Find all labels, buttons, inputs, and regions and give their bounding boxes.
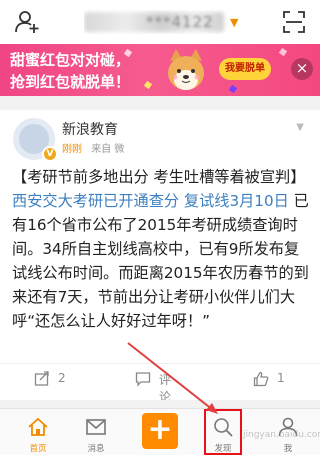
page-title: ***4122: [146, 13, 214, 31]
tab-messages-label: 消息: [87, 444, 105, 454]
chevron-down-icon[interactable]: ▼: [296, 122, 304, 133]
tab-home-label: 首页: [29, 444, 47, 454]
share-icon: [34, 371, 49, 386]
tab-messages[interactable]: 消息: [64, 409, 128, 455]
annotation-highlight-box: [204, 409, 242, 455]
thumbs-up-icon: [253, 371, 269, 387]
confetti-decoration: [143, 80, 153, 90]
screen: ***4122 ▼ 甜蜜红包对对碰， 抢到红包就脱单！ 我要脱单 × V 新浪教…: [0, 0, 320, 455]
post-body[interactable]: 【考研节前多地出分 考生吐槽等着被宣判】 西安交大考研已开通查分 复试线3月10…: [12, 165, 312, 333]
account-switcher[interactable]: ***4122 ▼: [84, 10, 244, 34]
message-icon: [86, 419, 106, 435]
compose-button[interactable]: +: [142, 413, 178, 449]
section-divider: [0, 400, 320, 408]
confetti-decoration: [278, 47, 288, 57]
tab-home[interactable]: 首页: [6, 409, 70, 455]
author-name[interactable]: 新浪教育: [62, 119, 118, 139]
post-time: 刚刚: [62, 144, 82, 155]
post-body-text: 已有16个省市公布了2015年考研成绩查询时间。34所自主划线高校中，已有9所发…: [12, 192, 309, 330]
close-icon[interactable]: ×: [291, 58, 313, 80]
section-divider: [0, 96, 320, 110]
home-icon: [28, 417, 48, 436]
top-bar: ***4122 ▼: [0, 0, 320, 44]
post-source: 来自 微: [91, 144, 125, 155]
like-count: 1: [277, 371, 285, 385]
post-meta: 刚刚 来自 微: [62, 140, 124, 155]
watermark: jingyan.baidu.com: [243, 430, 320, 440]
shiba-dog-illustration: [168, 49, 204, 90]
post-topic-link[interactable]: 西安交大考研已开通查分 复试线3月10日: [12, 192, 289, 210]
confetti-decoration: [228, 84, 238, 94]
banner-text-line-2: 抢到红包就脱单！: [10, 73, 131, 91]
chevron-down-icon: ▼: [230, 16, 239, 29]
banner-cta-button[interactable]: 我要脱单: [219, 58, 271, 80]
comment-icon: [135, 372, 151, 387]
post-headline: 【考研节前多地出分 考生吐槽等着被宣判】: [12, 168, 306, 186]
add-user-icon[interactable]: [14, 9, 40, 35]
action-divider: [0, 363, 320, 364]
feed-post[interactable]: V 新浪教育 刚刚 来自 微 ▼ 【考研节前多地出分 考生吐槽等着被宣判】 西安…: [0, 110, 320, 404]
scan-icon[interactable]: [282, 10, 306, 34]
banner-text-line-1: 甜蜜红包对对碰，: [10, 51, 131, 69]
promo-banner[interactable]: 甜蜜红包对对碰， 抢到红包就脱单！ 我要脱单 ×: [0, 44, 320, 96]
share-count: 2: [58, 371, 66, 385]
tab-profile-label: 我: [283, 444, 293, 454]
verified-badge-icon: V: [42, 146, 58, 162]
